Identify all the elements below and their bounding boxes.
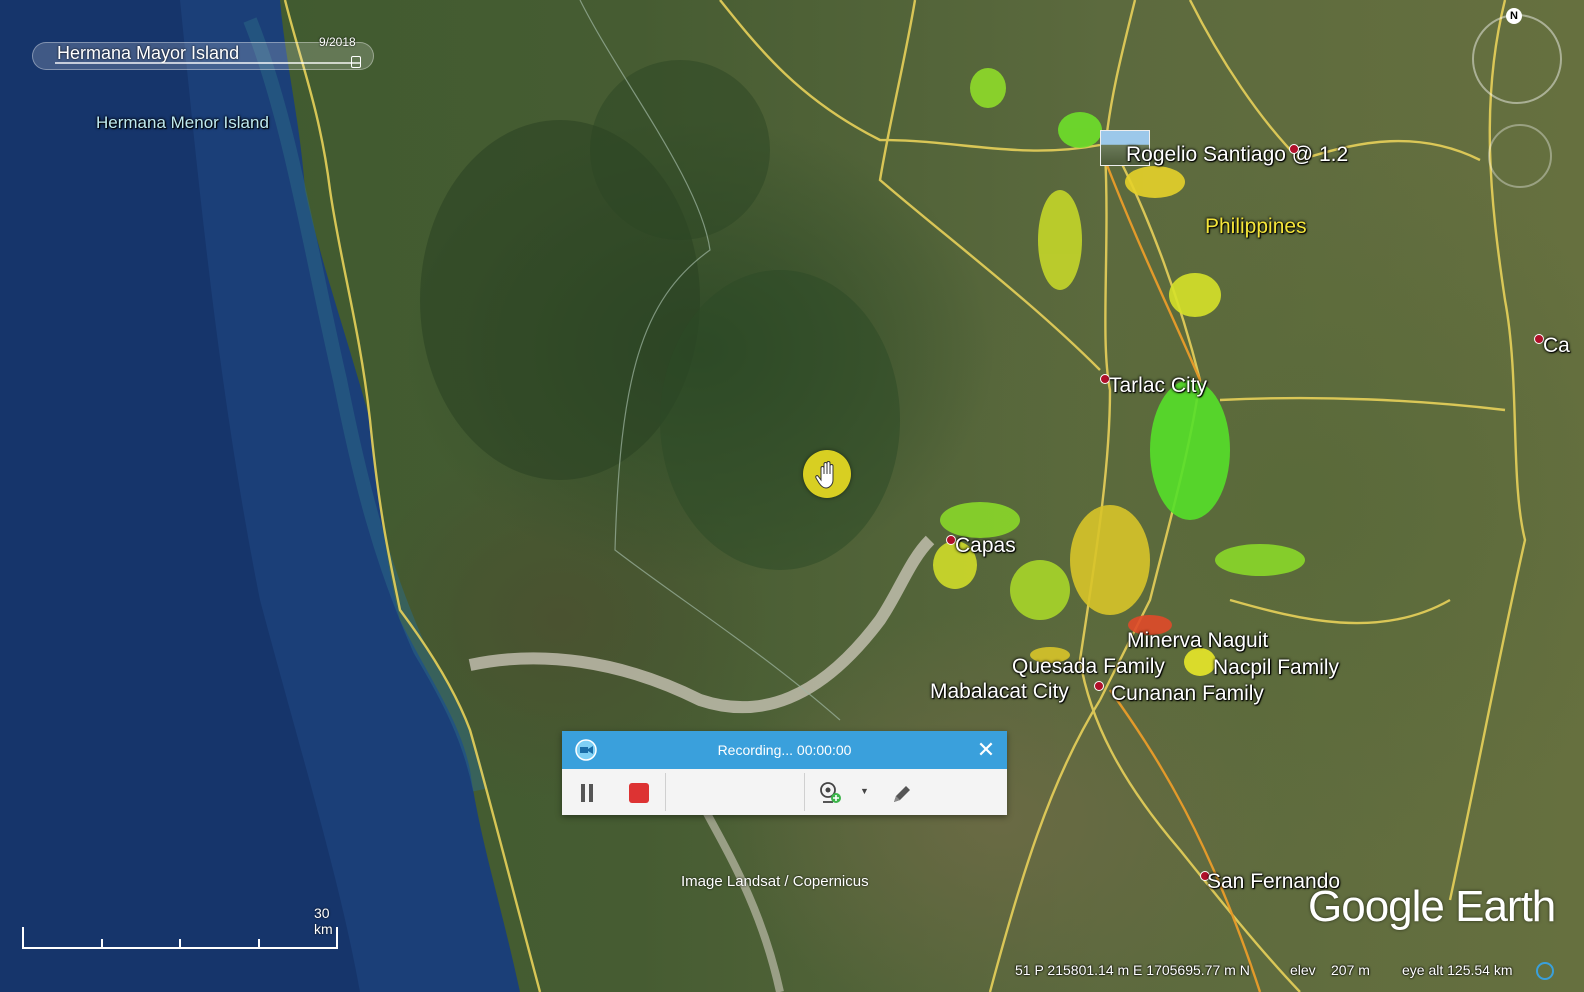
scale-tick bbox=[258, 939, 260, 949]
tour-place-pill[interactable]: Hermana Mayor Island 9/2018 bbox=[32, 35, 374, 70]
elevation-label: elev bbox=[1290, 962, 1316, 978]
date-slider-track[interactable] bbox=[55, 62, 361, 64]
recorder-title-bar[interactable]: Recording... 00:00:00 ✕ bbox=[562, 731, 1007, 769]
imagery-credit: Image Landsat / Copernicus bbox=[681, 873, 869, 890]
google-earth-logo: Google Earth bbox=[1308, 882, 1556, 931]
webcam-add-icon[interactable] bbox=[818, 781, 842, 805]
elevation-value: 207 m bbox=[1331, 962, 1370, 978]
recording-status: Recording... 00:00:00 bbox=[717, 742, 852, 758]
scale-tick bbox=[336, 927, 338, 949]
divider bbox=[665, 773, 666, 811]
chevron-down-icon[interactable]: ▼ bbox=[860, 786, 869, 796]
label-minerva-naguit[interactable]: Minerva Naguit bbox=[1127, 629, 1268, 653]
pause-icon bbox=[581, 784, 585, 802]
pen-icon[interactable] bbox=[890, 782, 914, 806]
navigation-compass[interactable]: N bbox=[1470, 8, 1570, 108]
satellite-map[interactable]: Hermana Mayor Island 9/2018 Hermana Meno… bbox=[0, 0, 1584, 992]
compass-ring[interactable] bbox=[1472, 14, 1562, 104]
scale-tick bbox=[101, 939, 103, 949]
label-hermana-menor[interactable]: Hermana Menor Island bbox=[96, 113, 269, 133]
label-ca-partial[interactable]: Ca bbox=[1543, 334, 1570, 358]
look-control[interactable] bbox=[1488, 124, 1552, 188]
label-cunanan-family[interactable]: Cunanan Family bbox=[1111, 682, 1264, 706]
coordinates-readout: 51 P 215801.14 m E 1705695.77 m N bbox=[1015, 962, 1250, 978]
stop-button[interactable] bbox=[629, 783, 649, 803]
label-mabalacat-city[interactable]: Mabalacat City bbox=[930, 680, 1069, 704]
screen-recorder-panel: Recording... 00:00:00 ✕ ▼ bbox=[562, 731, 1007, 815]
place-name: Hermana Mayor Island bbox=[57, 43, 240, 63]
status-bar: 51 P 215801.14 m E 1705695.77 m N elev 2… bbox=[0, 958, 1584, 992]
hand-cursor-icon bbox=[803, 450, 851, 498]
placemark-dot[interactable] bbox=[1289, 144, 1299, 154]
label-tarlac-city[interactable]: Tarlac City bbox=[1109, 374, 1207, 398]
close-button[interactable]: ✕ bbox=[973, 737, 999, 763]
scale-tick bbox=[22, 927, 24, 949]
label-quesada-family[interactable]: Quesada Family bbox=[1012, 655, 1165, 679]
scale-bar: 30 km bbox=[22, 905, 342, 949]
scale-tick bbox=[179, 939, 181, 949]
north-indicator[interactable]: N bbox=[1506, 8, 1522, 24]
streaming-indicator-icon bbox=[1536, 962, 1554, 980]
label-philippines[interactable]: Philippines bbox=[1205, 215, 1307, 239]
date-slider-knob[interactable] bbox=[351, 56, 361, 68]
pause-button[interactable] bbox=[576, 782, 598, 804]
placemark-dot[interactable] bbox=[1094, 681, 1104, 691]
label-capas[interactable]: Capas bbox=[955, 534, 1016, 558]
pause-icon bbox=[589, 784, 593, 802]
label-nacpil-family[interactable]: Nacpil Family bbox=[1213, 656, 1339, 680]
imagery-date: 9/2018 bbox=[319, 35, 356, 49]
eye-altitude: eye alt 125.54 km bbox=[1402, 962, 1513, 978]
divider bbox=[804, 773, 805, 811]
label-rogelio-santiago[interactable]: Rogelio Santiago @ 1.2 bbox=[1126, 143, 1348, 167]
